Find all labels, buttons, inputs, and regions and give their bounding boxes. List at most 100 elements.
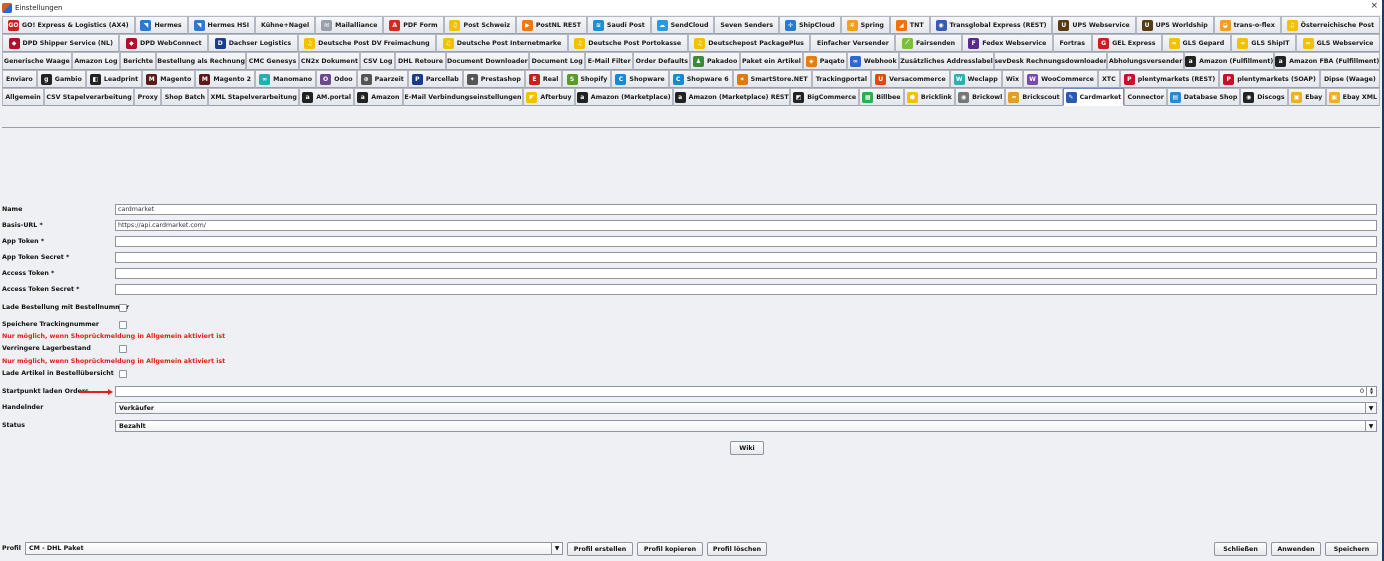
tab-bricklink[interactable]: ⬢ Bricklink	[903, 88, 955, 106]
tab-abholungsversender[interactable]: Abholungsversender	[1107, 52, 1184, 70]
tab-plentymarkets-soap[interactable]: Pplentymarkets (SOAP)	[1219, 70, 1320, 88]
tab-mailalliance[interactable]: ✉ Mailalliance	[315, 16, 384, 34]
tab-sterreichische-post[interactable]: ♫ Österreichische Post	[1280, 16, 1381, 34]
tab-xml-stapelverarbeitung[interactable]: XML Stapelverarbeitung	[208, 88, 300, 106]
tab-fairsenden[interactable]: ⟋ Fairsenden	[895, 34, 962, 52]
tab-amazon[interactable]: a Amazon	[354, 88, 403, 106]
tab-deutsche-post-internetmarke[interactable]: ♫ Deutsche Post Internetmarke	[436, 34, 568, 52]
tab-pdf-form[interactable]: A PDF Form	[383, 16, 444, 34]
tab-bestellung-als-rechnung[interactable]: Bestellung als Rechnung	[156, 52, 247, 70]
tab-einfacher-versender[interactable]: Einfacher Versender	[810, 34, 896, 52]
tab-brickscout[interactable]: ≈ Brickscout	[1005, 88, 1063, 106]
load-articles-checkbox[interactable]	[119, 370, 127, 378]
tab-magento[interactable]: M Magento	[142, 70, 196, 88]
tab-weclapp[interactable]: W Weclapp	[949, 70, 1002, 88]
tab-xtc[interactable]: XTC	[1097, 70, 1120, 88]
copy-profile-button[interactable]: Profil kopieren	[637, 542, 703, 556]
start-point-spinner[interactable]: 0 ▲ ▼	[115, 386, 1377, 397]
tab-cn2x-dokument[interactable]: CN2x Dokument	[298, 52, 361, 70]
tab-connector[interactable]: Connector	[1124, 88, 1168, 106]
tab-document-downloader[interactable]: Document Downloader	[445, 52, 530, 70]
tab-smartstore-net[interactable]: ✶ SmartStore.NET	[732, 70, 812, 88]
tab-dhl-retoure[interactable]: DHL Retoure	[395, 52, 446, 70]
chevron-down-icon[interactable]: ▼	[551, 543, 562, 554]
delete-profile-button[interactable]: Profil löschen	[707, 542, 767, 556]
tab-magento-2[interactable]: M Magento 2	[195, 70, 256, 88]
create-profile-button[interactable]: Profil erstellen	[567, 542, 633, 556]
tab-versacommerce[interactable]: U Versacommerce	[871, 70, 950, 88]
tab-shopware-6[interactable]: C Shopware 6	[668, 70, 733, 88]
tab-dachser-logistics[interactable]: D Dachser Logistics	[208, 34, 298, 52]
tab-seven-senders[interactable]: Seven Senders	[714, 16, 780, 34]
wiki-button[interactable]: Wiki	[730, 441, 764, 455]
tab-dipse-waage[interactable]: Dipse (Waage)	[1319, 70, 1380, 88]
tab-paarzeit[interactable]: ⊛ Paarzeit	[356, 70, 408, 88]
tab-pakadoo[interactable]: ♟ Pakadoo	[690, 52, 740, 70]
tab-saudi-post[interactable]: ≋ Saudi Post	[586, 16, 651, 34]
access-token-input[interactable]	[115, 268, 1377, 279]
tab-cmc-genesys[interactable]: CMC Genesys	[246, 52, 299, 70]
tab-order-defaults[interactable]: Order Defaults	[633, 52, 691, 70]
tab-amazon-fba-fulfillment[interactable]: a Amazon FBA (Fulfillment)	[1274, 52, 1380, 70]
tab-shipcloud[interactable]: ✢ ShipCloud	[779, 16, 841, 34]
base-url-input[interactable]: https://api.cardmarket.com/	[115, 220, 1377, 231]
tab-deutschepost-packageplus[interactable]: ♫ Deutschepost PackagePlus	[687, 34, 811, 52]
tab-manomano[interactable]: ∞ Manomano	[255, 70, 317, 88]
tab-gls-gepard[interactable]: = GLS Gepard	[1162, 34, 1231, 52]
tab-fedex-webservice[interactable]: F Fedex Webservice	[961, 34, 1053, 52]
tab-database-shop[interactable]: ▤ Database Shop	[1167, 88, 1241, 106]
tab-prestashop[interactable]: ✦ Prestashop	[462, 70, 525, 88]
tab-afterbuy[interactable]: ◤ Afterbuy	[523, 88, 575, 106]
tab-berichte[interactable]: Berichte	[120, 52, 157, 70]
tab-gambio[interactable]: g Gambio	[36, 70, 86, 88]
tab-sendcloud[interactable]: ☁ SendCloud	[650, 16, 715, 34]
app-token-secret-input[interactable]	[115, 252, 1377, 263]
spinner-arrows-icon[interactable]: ▲ ▼	[1366, 387, 1376, 396]
tab-dpd-webconnect[interactable]: ◆ DPD WebConnect	[119, 34, 209, 52]
tab-csv-log[interactable]: CSV Log	[360, 52, 396, 70]
tab-shopify[interactable]: S Shopify	[562, 70, 612, 88]
tab-billbee[interactable]: ▦ Billbee	[858, 88, 904, 106]
close-button[interactable]: Schließen	[1214, 542, 1267, 556]
tab-plentymarkets-rest[interactable]: Pplentymarkets (REST)	[1119, 70, 1220, 88]
tab-tnt[interactable]: ◢ TNT	[889, 16, 930, 34]
tab-hermes[interactable]: ◥ Hermes	[134, 16, 188, 34]
tab-webhook[interactable]: ∞ Webhook	[847, 52, 900, 70]
tab-brickowl[interactable]: ◉ Brickowl	[954, 88, 1006, 106]
tab-cardmarket[interactable]: ✎ Cardmarket	[1062, 88, 1125, 106]
tab-ebay[interactable]: ▣ Ebay	[1287, 88, 1326, 106]
tab-leadprint[interactable]: ◧ Leadprint	[85, 70, 143, 88]
tab-ebay-xml[interactable]: ▣ Ebay XML	[1325, 88, 1381, 106]
tab-transglobal-express-rest[interactable]: ◉ Transglobal Express (REST)	[929, 16, 1053, 34]
access-token-secret-input[interactable]	[115, 284, 1377, 295]
tab-generische-waage[interactable]: Generische Waage	[2, 52, 72, 70]
tab-amazon-marketplace-rest[interactable]: a Amazon (Marketplace) REST	[672, 88, 791, 106]
tab-dpd-shipper-service-nl[interactable]: ◆ DPD Shipper Service (NL)	[2, 34, 120, 52]
apply-button[interactable]: Anwenden	[1271, 542, 1321, 556]
tab-post-schweiz[interactable]: ♫ Post Schweiz	[443, 16, 516, 34]
tab-woocommerce[interactable]: W WooCommerce	[1023, 70, 1098, 88]
reduce-stock-checkbox[interactable]	[119, 345, 127, 353]
tab-fortras[interactable]: Fortras	[1052, 34, 1092, 52]
tab-enviaro[interactable]: Enviaro	[2, 70, 37, 88]
tab-real[interactable]: E Real	[524, 70, 563, 88]
tab-paqato[interactable]: ◈ Paqato	[803, 52, 848, 70]
tab-am-portal[interactable]: a AM.portal	[299, 88, 355, 106]
tab-e-mail-filter[interactable]: E-Mail Filter	[585, 52, 634, 70]
tab-go-express-logistics-ax4[interactable]: GO GO! Express & Logistics (AX4)	[2, 16, 135, 34]
app-token-input[interactable]	[115, 236, 1377, 247]
tab-ups-webservice[interactable]: U UPS Webservice	[1052, 16, 1136, 34]
save-tracking-checkbox[interactable]	[119, 321, 127, 329]
tab-odoo[interactable]: O Odoo	[316, 70, 357, 88]
tab-deutsche-post-portokasse[interactable]: ♫ Deutsche Post Portokasse	[567, 34, 688, 52]
tab-csv-stapelverarbeitung[interactable]: CSV Stapelverarbeitung	[44, 88, 135, 106]
tab-gls-webservice[interactable]: = GLS Webservice	[1296, 34, 1380, 52]
close-icon[interactable]: ×	[1370, 1, 1378, 11]
tab-shopware[interactable]: C Shopware	[611, 70, 669, 88]
tab-ups-worldship[interactable]: U UPS Worldship	[1135, 16, 1214, 34]
tab-postnl-rest[interactable]: ▶ PostNL REST	[515, 16, 587, 34]
tab-trans-o-flex[interactable]: ◒ trans-o-flex	[1213, 16, 1281, 34]
tab-allgemein[interactable]: Allgemein	[2, 88, 45, 106]
tab-proxy[interactable]: Proxy	[134, 88, 162, 106]
load-order-checkbox[interactable]	[119, 304, 127, 312]
